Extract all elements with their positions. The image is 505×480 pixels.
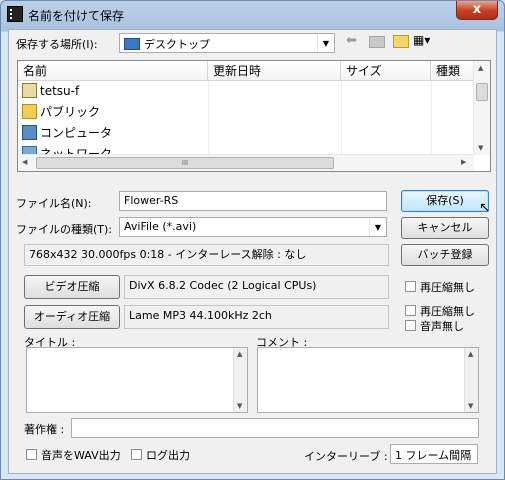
list-header: 名前 更新日時 サイズ 種類 [18, 61, 474, 81]
list-item-label: パブリック [40, 105, 101, 119]
checkbox-label: 再圧縮無し [420, 281, 475, 294]
audio-compress-button[interactable]: オーディオ圧縮 [24, 305, 120, 329]
file-list[interactable]: 名前 更新日時 サイズ 種類 tetsu-f パブリック コンピュータ ネットワ… [17, 60, 491, 172]
computer-icon [22, 125, 37, 140]
chevron-down-icon[interactable]: ▼ [317, 34, 334, 52]
back-icon[interactable]: ⬅ [346, 33, 357, 48]
checkbox-label: 再圧縮無し [420, 305, 475, 318]
location-value: デスクトップ [144, 38, 210, 51]
title-textarea[interactable]: ▲ ▼ [26, 347, 248, 413]
location-combo[interactable]: デスクトップ ▼ [119, 33, 335, 53]
column-size[interactable]: サイズ [341, 61, 431, 81]
interleave-field[interactable]: 1 フレーム間隔 [390, 444, 478, 464]
column-type[interactable]: 種類 [431, 61, 474, 81]
dialog-client: 保存する場所(I): デスクトップ ▼ ⬅ ▦▾ 名前 更新日時 サイズ 種類 … [8, 29, 497, 474]
column-modified[interactable]: 更新日時 [208, 61, 341, 81]
video-compress-button[interactable]: ビデオ圧縮 [24, 275, 120, 299]
video-codec: DivX 6.8.2 Codec (2 Logical CPUs) [124, 275, 389, 299]
save-dialog-window: 名前を付けて保存 x 保存する場所(I): デスクトップ ▼ ⬅ ▦▾ 名前 更… [0, 0, 505, 480]
media-info: 768x432 30.000fps 0:18 - インターレース解除 : なし [24, 244, 389, 266]
column-name[interactable]: 名前 [18, 61, 208, 81]
checkbox-label: 音声無し [420, 320, 464, 333]
scroll-down-arrow-icon[interactable]: ▼ [478, 144, 483, 152]
cursor-icon: ↖ [479, 200, 491, 216]
filetype-combo[interactable]: AviFile (*.avi) ▼ [119, 217, 387, 237]
copyright-input[interactable] [71, 418, 479, 438]
new-folder-icon[interactable] [393, 35, 409, 48]
scroll-up-arrow-icon[interactable]: ▲ [478, 64, 483, 72]
folder-icon [22, 104, 37, 119]
scroll-thumb[interactable]: III [36, 157, 334, 169]
video-no-recompress-checkbox[interactable]: 再圧縮無し [405, 279, 475, 295]
list-item-label: tetsu-f [40, 84, 80, 98]
scroll-right-arrow-icon[interactable]: ▶ [461, 158, 466, 166]
user-folder-icon [22, 83, 37, 98]
interleave-label: インターリーブ : [304, 450, 388, 463]
cancel-button[interactable]: キャンセル [401, 217, 489, 239]
list-item-label: コンピュータ [40, 126, 113, 140]
log-output-checkbox[interactable]: ログ出力 [131, 447, 190, 463]
scroll-thumb[interactable] [476, 83, 488, 101]
wav-output-checkbox[interactable]: 音声をWAV出力 [26, 447, 121, 463]
copyright-label: 著作権 : [24, 423, 65, 436]
audio-codec: Lame MP3 44.100kHz 2ch [124, 305, 389, 329]
location-label: 保存する場所(I): [16, 38, 98, 51]
scroll-left-arrow-icon[interactable]: ◀ [22, 158, 27, 166]
filetype-label: ファイルの種類(T): [16, 223, 113, 236]
list-horizontal-scrollbar[interactable]: ◀ III ▶ [18, 154, 474, 171]
title-scrollbar[interactable]: ▲ ▼ [233, 348, 247, 412]
comment-textarea[interactable]: ▲ ▼ [257, 347, 479, 413]
list-item[interactable]: パブリック [22, 102, 100, 123]
filetype-value: AviFile (*.avi) [124, 220, 197, 233]
view-menu-icon[interactable]: ▦▾ [413, 33, 430, 47]
checkbox-label: ログ出力 [146, 449, 190, 462]
chevron-down-icon[interactable]: ▼ [369, 218, 386, 236]
list-vertical-scrollbar[interactable]: ▲ ▼ [473, 61, 490, 155]
film-icon [7, 6, 23, 22]
filename-input[interactable]: Flower-RS [119, 191, 387, 211]
title-bar[interactable]: 名前を付けて保存 x [1, 1, 504, 29]
comment-scrollbar[interactable]: ▲ ▼ [464, 348, 478, 412]
batch-register-button[interactable]: バッチ登録 [401, 244, 489, 266]
close-button[interactable]: x [456, 1, 498, 20]
list-item[interactable]: コンピュータ [22, 123, 112, 144]
window-title: 名前を付けて保存 [28, 9, 125, 23]
save-button[interactable]: 保存(S) [401, 190, 489, 212]
filename-label: ファイル名(N): [16, 197, 92, 210]
no-audio-checkbox[interactable]: 音声無し [405, 318, 464, 334]
list-item[interactable]: tetsu-f [22, 81, 79, 102]
desktop-icon [124, 38, 140, 50]
up-folder-icon[interactable] [369, 36, 385, 48]
checkbox-label: 音声をWAV出力 [41, 449, 121, 462]
audio-no-recompress-checkbox[interactable]: 再圧縮無し [405, 303, 475, 319]
